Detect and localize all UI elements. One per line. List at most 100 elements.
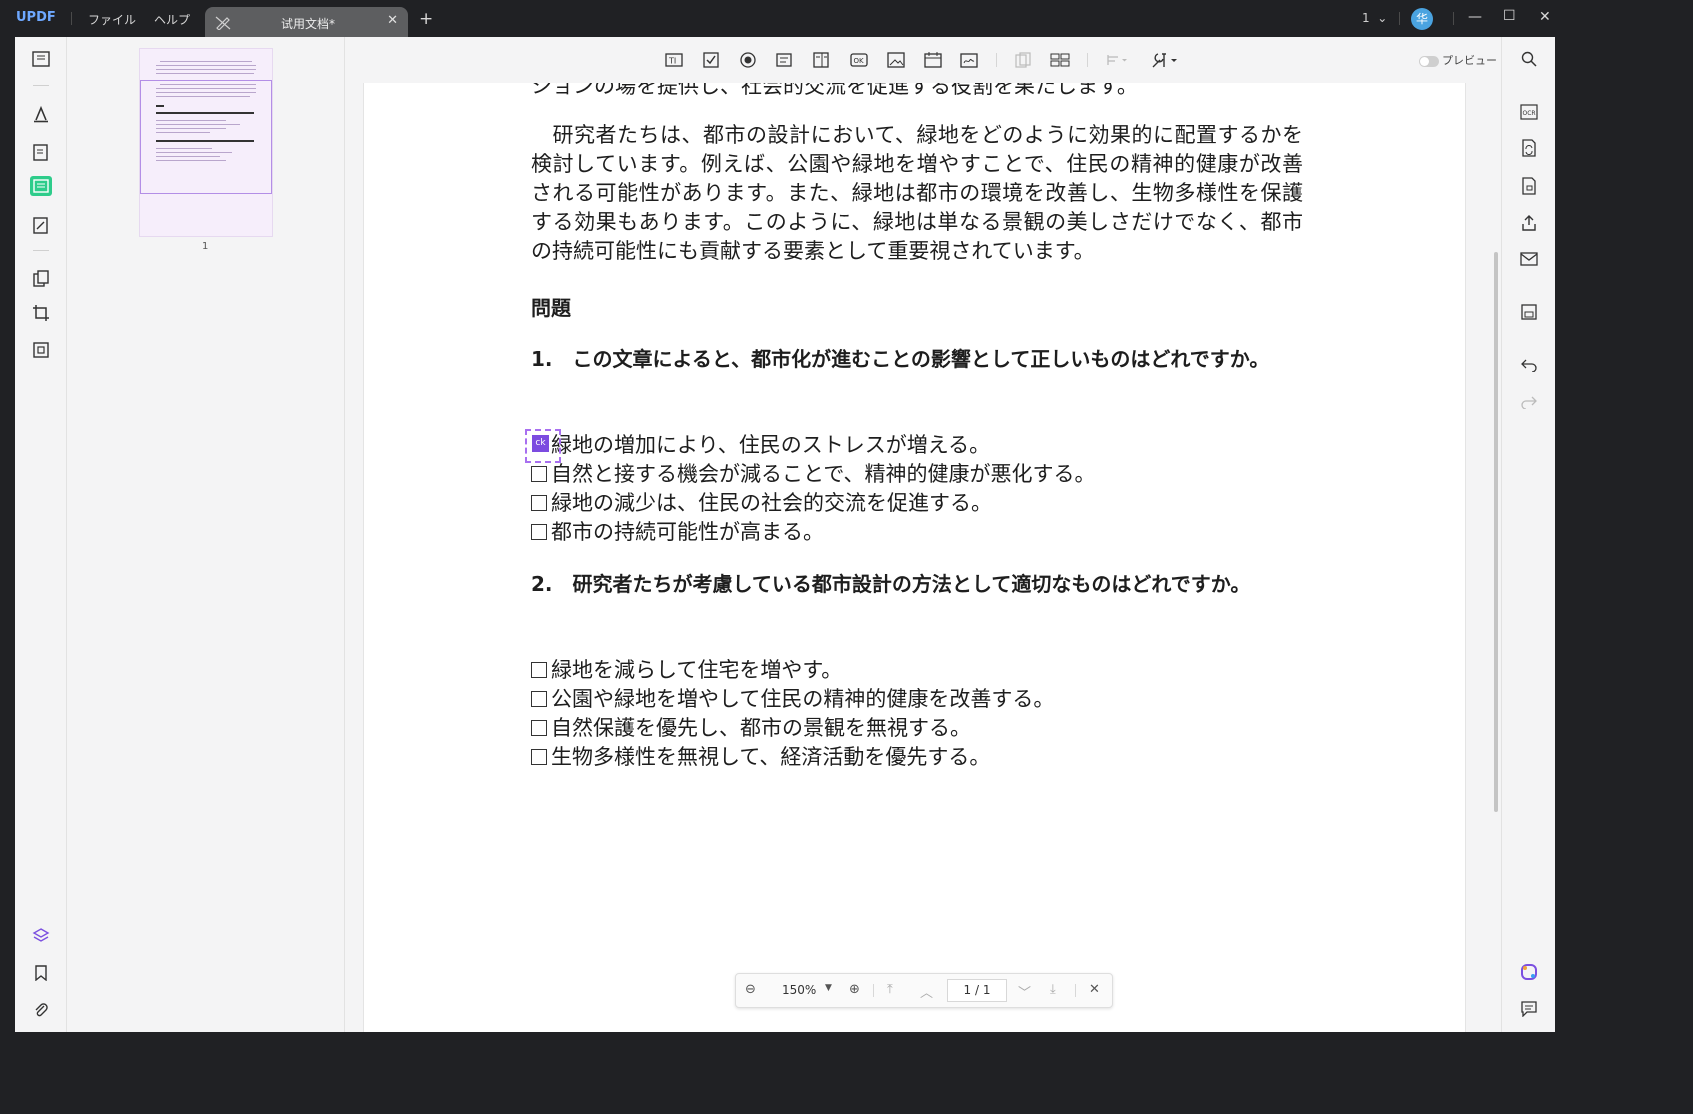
left-divider: [33, 85, 49, 86]
checkbox-icon[interactable]: [531, 720, 547, 736]
checkbox-field-marker[interactable]: ck: [532, 435, 549, 452]
button-tool-icon[interactable]: OK: [849, 51, 869, 69]
title-divider: [71, 12, 72, 25]
ai-assistant-icon[interactable]: [1519, 962, 1539, 982]
crop-icon[interactable]: [30, 302, 52, 324]
date-field-icon[interactable]: [923, 51, 943, 69]
bookmark-icon[interactable]: [30, 962, 52, 984]
document-area: TI OK プレビュー ションの場を提供し、社会的交流を促進する役割を果たします…: [345, 37, 1500, 1032]
preview-toggle[interactable]: プレビュー: [1419, 52, 1497, 68]
right-toolbar: OCR: [1501, 37, 1555, 1032]
previous-page-icon[interactable]: ︿: [920, 982, 933, 1001]
convert-icon[interactable]: [1519, 138, 1539, 158]
batch-tool-icon[interactable]: [30, 339, 52, 361]
toolbar-divider-2: [1087, 53, 1088, 67]
title-divider-3: [1453, 12, 1454, 25]
sign-tool-icon[interactable]: [30, 214, 52, 236]
zoom-in-icon[interactable]: ⊕: [849, 982, 860, 997]
attachment-icon[interactable]: [30, 999, 52, 1021]
radio-button-icon[interactable]: [738, 51, 758, 69]
checkbox-icon[interactable]: [531, 466, 547, 482]
zoom-divider: [873, 984, 874, 997]
thumbnail-page-number: 1: [202, 241, 209, 252]
svg-text:TI: TI: [668, 57, 676, 66]
vertical-scrollbar[interactable]: [1494, 252, 1498, 812]
align-dropdown-icon[interactable]: [1105, 51, 1131, 69]
close-window-icon[interactable]: ✕: [1539, 9, 1551, 25]
pdf-page: ションの場を提供し、社会的交流を促進する役割を果たします。 研究者たちは、都市の…: [363, 83, 1466, 1032]
edit-off-icon: [215, 15, 231, 34]
form-toolbar: TI OK プレビュー: [345, 37, 1500, 83]
list-box-icon[interactable]: [812, 51, 832, 69]
app-logo: UPDF: [16, 10, 56, 25]
form-tools-dropdown-icon[interactable]: [1150, 51, 1180, 69]
zoom-out-icon[interactable]: ⊖: [745, 982, 756, 997]
search-icon[interactable]: [1519, 49, 1539, 69]
edit-pdf-icon[interactable]: [30, 141, 52, 163]
undo-icon[interactable]: [1519, 355, 1539, 375]
page-selector[interactable]: 1 ⌄: [1362, 11, 1387, 25]
q1-option-1: 緑地の増加により、住民のストレスが増える。: [551, 433, 991, 457]
checkbox-icon[interactable]: [531, 495, 547, 511]
comment-tool-icon[interactable]: [30, 103, 52, 125]
checkbox-icon[interactable]: [531, 662, 547, 678]
question-2: 2. 研究者たちが考慮している都市設計の方法として適切なものはどれですか。: [531, 572, 1251, 596]
thumbnail-viewport: [140, 80, 272, 194]
maximize-icon[interactable]: ☐: [1503, 8, 1516, 24]
image-field-icon[interactable]: [886, 51, 906, 69]
minimize-icon[interactable]: —: [1468, 9, 1482, 25]
signature-field-icon[interactable]: [960, 51, 980, 69]
new-tab-button[interactable]: +: [419, 9, 433, 29]
tab-title: 试用文档*: [281, 17, 336, 31]
svg-text:OCR: OCR: [1523, 110, 1536, 117]
partial-text-line: ションの場を提供し、社会的交流を促進する役割を果たします。: [531, 83, 1138, 98]
close-tab-icon[interactable]: ✕: [387, 13, 398, 28]
redo-icon[interactable]: [1519, 392, 1539, 412]
zoom-dropdown-icon[interactable]: ▼: [825, 983, 832, 993]
checkbox-icon[interactable]: [531, 691, 547, 707]
title-bar: UPDF ファイル ヘルプ 试用文档* ✕ + 1 ⌄ 华 — ☐ ✕: [0, 0, 1568, 37]
section-heading: 問題: [531, 296, 571, 320]
text-field-icon[interactable]: TI: [664, 51, 684, 69]
menu-help[interactable]: ヘルプ: [154, 11, 190, 28]
protect-icon[interactable]: [1519, 176, 1539, 196]
title-divider-2: [1399, 12, 1400, 25]
reader-mode-icon[interactable]: [30, 48, 52, 70]
preview-switch-icon[interactable]: [1419, 55, 1439, 67]
form-tool-icon[interactable]: [30, 175, 52, 197]
q1-option-3: 緑地の減少は、住民の社会的交流を促進する。: [531, 487, 992, 517]
last-page-icon[interactable]: ⤓: [1050, 982, 1056, 997]
thumbnail-panel: 1: [67, 37, 345, 1032]
ocr-icon[interactable]: OCR: [1519, 102, 1539, 122]
duplicate-field-icon[interactable]: [1013, 51, 1033, 69]
q2-option-3: 自然保護を優先し、都市の景観を無視する。: [531, 712, 971, 742]
zoom-bar: ⊖ 150% ▼ ⊕ ⤒ ︿ 1 / 1 ﹀ ⤓ ✕: [735, 973, 1113, 1008]
next-page-icon[interactable]: ﹀: [1018, 982, 1031, 1001]
q2-option-2: 公園や緑地を増やして住民の精神的健康を改善する。: [531, 683, 1054, 713]
left-divider-2: [33, 250, 49, 251]
share-icon[interactable]: [1519, 213, 1539, 233]
zoom-level[interactable]: 150%: [782, 983, 816, 997]
zoom-divider-2: [1075, 984, 1076, 997]
app-window: 1 TI OK プレビュー ションの場を提供し、社会的交流を促進する役割を果たし…: [15, 37, 1555, 1032]
layers-icon[interactable]: [30, 925, 52, 947]
save-icon[interactable]: [1519, 302, 1539, 322]
checkbox-tool-icon[interactable]: [701, 51, 721, 69]
toolbar-divider: [996, 53, 997, 67]
document-tab[interactable]: 试用文档* ✕: [205, 7, 408, 37]
organize-pages-icon[interactable]: [30, 268, 52, 290]
combo-box-icon[interactable]: [775, 51, 795, 69]
first-page-icon[interactable]: ⤒: [887, 982, 893, 997]
comment-icon[interactable]: [1519, 999, 1539, 1019]
grid-layout-icon[interactable]: [1050, 51, 1070, 69]
q2-option-4: 生物多様性を無視して、経済活動を優先する。: [531, 741, 990, 771]
page-number-input[interactable]: 1 / 1: [947, 979, 1007, 1002]
checkbox-icon[interactable]: [531, 524, 547, 540]
email-icon[interactable]: [1519, 249, 1539, 269]
menu-file[interactable]: ファイル: [88, 11, 136, 28]
close-zoombar-icon[interactable]: ✕: [1089, 982, 1100, 997]
q2-option-1: 緑地を減らして住宅を増やす。: [531, 654, 842, 684]
checkbox-icon[interactable]: [531, 749, 547, 765]
svg-text:OK: OK: [854, 57, 865, 65]
avatar[interactable]: 华: [1411, 8, 1433, 30]
